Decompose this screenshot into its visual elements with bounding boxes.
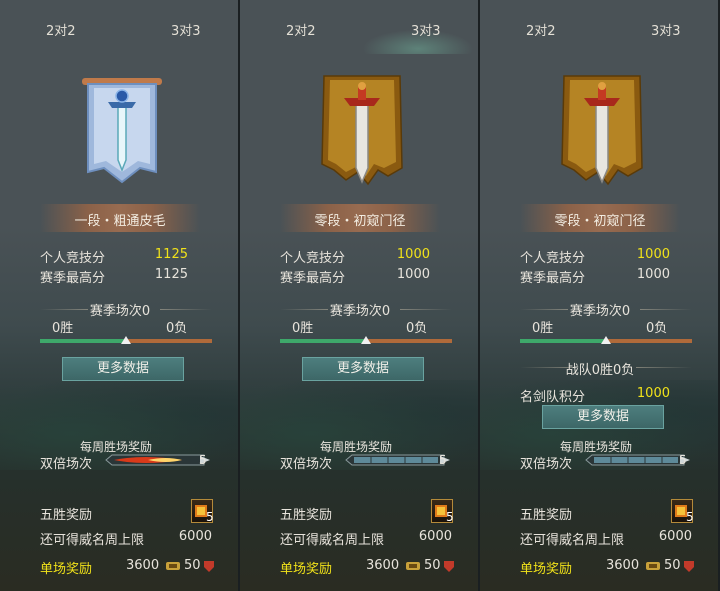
- five-win-reward-label: 五胜奖励: [40, 508, 93, 523]
- prestige-cap-value: 6000: [658, 529, 692, 544]
- double-count-label: 双倍场次: [280, 457, 333, 472]
- double-count-label: 双倍场次: [40, 457, 93, 472]
- divider: [636, 367, 692, 368]
- silver-blue-sword-banner-icon: [82, 78, 162, 184]
- season-high-label: 赛季最高分: [40, 271, 106, 286]
- season-high-label: 赛季最高分: [520, 271, 586, 286]
- coin-reward-value: 3600: [606, 558, 640, 573]
- reward-chest-count: 5: [686, 510, 694, 524]
- gold-sword-banner-icon: [561, 75, 643, 186]
- five-win-reward-label: 五胜奖励: [280, 508, 333, 523]
- reward-chest-count: 5: [446, 510, 454, 524]
- mode-tabs: 2对2 3对3: [240, 0, 480, 56]
- gold-sword-banner-icon: [321, 75, 403, 186]
- personal-score-value: 1125: [154, 247, 188, 262]
- mode-tabs: 2对2 3对3: [480, 0, 720, 56]
- win-loss-bar: [40, 336, 212, 344]
- tab-2v2[interactable]: 2对2: [286, 20, 316, 39]
- win-loss-bar: [280, 336, 452, 344]
- coin-icon: [646, 562, 660, 570]
- coin-icon: [166, 562, 180, 570]
- tab-3v3[interactable]: 3对3: [651, 20, 681, 39]
- divider: [160, 309, 212, 310]
- shield-icon: [444, 561, 454, 572]
- rank-title: 零段・初窥门径: [554, 214, 646, 229]
- ratio-marker-icon: [121, 336, 131, 344]
- prestige-cap-label: 还可得威名周上限: [40, 533, 145, 548]
- tab-3v3[interactable]: 3对3: [171, 20, 201, 39]
- tab-2v2[interactable]: 2对2: [46, 20, 76, 39]
- shield-icon: [684, 561, 694, 572]
- divider: [400, 309, 452, 310]
- single-reward-label: 单场奖励: [520, 562, 573, 577]
- tab-3v3[interactable]: 3对3: [411, 20, 441, 39]
- team-record: 战队0胜0负: [565, 363, 635, 378]
- season-high-value: 1000: [396, 267, 430, 282]
- more-data-button[interactable]: 更多数据: [542, 405, 664, 429]
- season-high-value: 1125: [154, 267, 188, 282]
- personal-score-label: 个人竞技分: [520, 251, 586, 266]
- single-reward-label: 单场奖励: [40, 562, 93, 577]
- prestige-cap-label: 还可得威名周上限: [520, 533, 625, 548]
- season-high-value: 1000: [636, 267, 670, 282]
- coin-reward-value: 3600: [366, 558, 400, 573]
- shield-reward-value: 50: [664, 558, 681, 573]
- personal-score-value: 1000: [636, 247, 670, 262]
- prestige-cap-value: 6000: [418, 529, 452, 544]
- rank-panel-1: 2对2 3对3 一段・粗通皮毛 个人竞技分 1125 赛季最高分 1125 赛季…: [0, 0, 240, 591]
- more-data-button[interactable]: 更多数据: [302, 357, 424, 381]
- divider: [640, 309, 692, 310]
- wins-label: 0胜: [52, 321, 74, 336]
- losses-label: 0负: [406, 321, 428, 336]
- reward-chest-count: 5: [206, 510, 214, 524]
- personal-score-value: 1000: [396, 247, 430, 262]
- double-count-value: 5: [439, 453, 447, 467]
- rank-title: 零段・初窥门径: [314, 214, 406, 229]
- ratio-marker-icon: [361, 336, 371, 344]
- double-progress-bar: [585, 454, 690, 466]
- win-loss-bar: [520, 336, 692, 344]
- personal-score-label: 个人竞技分: [280, 251, 346, 266]
- shield-reward-value: 50: [424, 558, 441, 573]
- double-count-label: 双倍场次: [520, 457, 573, 472]
- personal-score-label: 个人竞技分: [40, 251, 106, 266]
- prestige-cap-value: 6000: [178, 529, 212, 544]
- mode-tabs: 2对2 3对3: [0, 0, 240, 56]
- double-count-value: 5: [199, 453, 207, 467]
- five-win-reward-label: 五胜奖励: [520, 508, 573, 523]
- double-progress-bar: [345, 454, 450, 466]
- more-data-button[interactable]: 更多数据: [62, 357, 184, 381]
- coin-reward-value: 3600: [126, 558, 160, 573]
- single-reward-label: 单场奖励: [280, 562, 333, 577]
- double-count-value: 5: [679, 453, 687, 467]
- ratio-marker-icon: [601, 336, 611, 344]
- losses-label: 0负: [166, 321, 188, 336]
- shield-reward-value: 50: [184, 558, 201, 573]
- rank-panel-3: 2对2 3对3 零段・初窥门径 个人竞技分 1000 赛季最高分 1000 赛季…: [480, 0, 720, 591]
- shield-icon: [204, 561, 214, 572]
- coin-icon: [406, 562, 420, 570]
- wins-label: 0胜: [532, 321, 554, 336]
- tab-2v2[interactable]: 2对2: [526, 20, 556, 39]
- wins-label: 0胜: [292, 321, 314, 336]
- season-high-label: 赛季最高分: [280, 271, 346, 286]
- team-score-value: 1000: [636, 386, 670, 401]
- double-progress-bar: [105, 454, 210, 466]
- rank-panel-2: 2对2 3对3 零段・初窥门径 个人竞技分 1000 赛季最高分 1000 赛季…: [240, 0, 480, 591]
- rank-title: 一段・粗通皮毛: [74, 214, 166, 229]
- prestige-cap-label: 还可得威名周上限: [280, 533, 385, 548]
- team-score-label: 名剑队积分: [520, 390, 586, 405]
- losses-label: 0负: [646, 321, 668, 336]
- arena-rank-screen: 2对2 3对3 一段・粗通皮毛 个人竞技分 1125 赛季最高分 1125 赛季…: [0, 0, 720, 591]
